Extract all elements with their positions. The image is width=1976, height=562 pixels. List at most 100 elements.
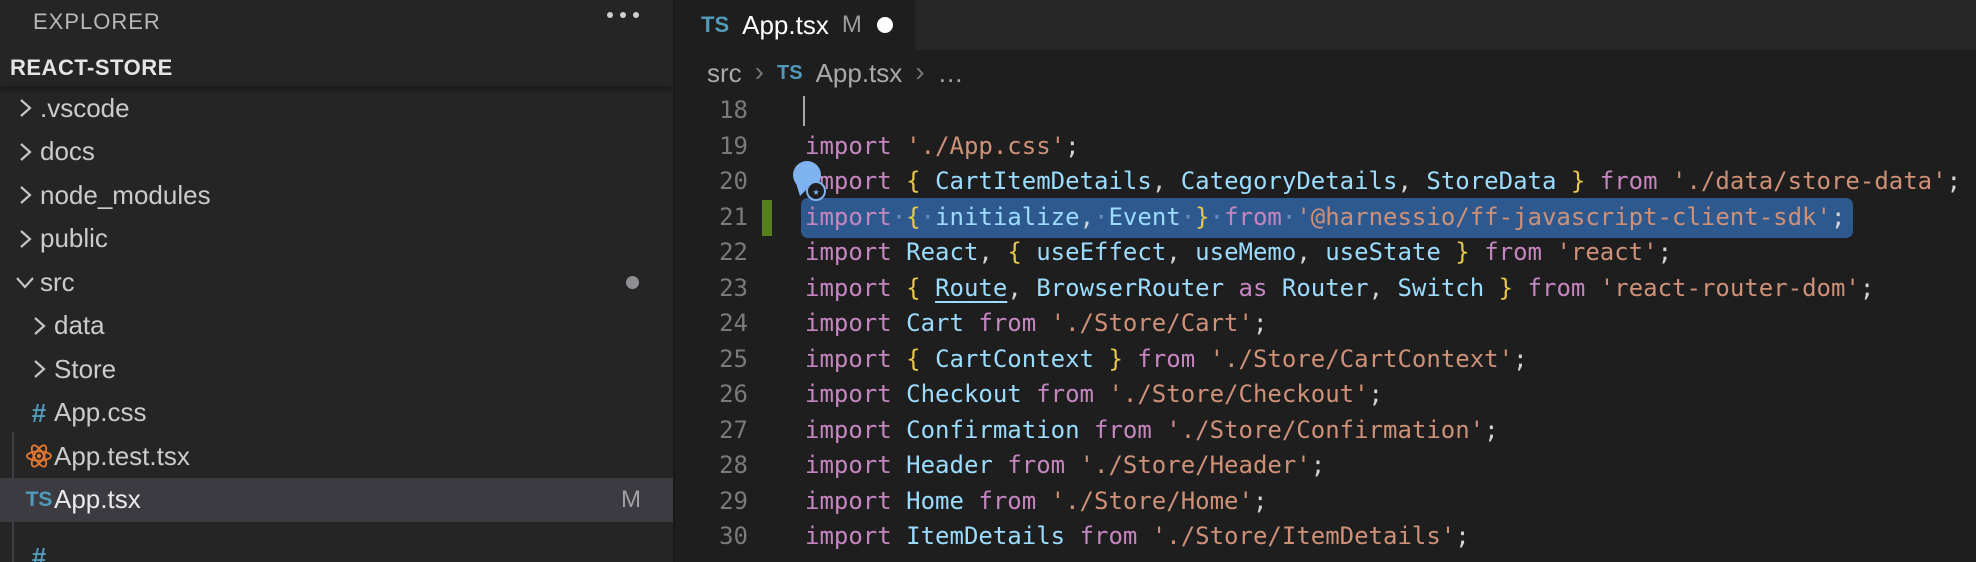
pointer-balloon-icon[interactable]: ★: [791, 160, 837, 204]
tree-item-node_modules[interactable]: node_modules: [0, 173, 673, 217]
line-number[interactable]: 27: [675, 413, 748, 449]
code-editor[interactable]: 1819import './App.css';20import { CartIt…: [675, 93, 1976, 562]
explorer-title: EXPLORER: [33, 9, 161, 35]
code-line-29[interactable]: 29import Home from './Store/Home';: [675, 484, 1976, 520]
code-line-21[interactable]: 21import·{·initialize,·Event·}·from·'@ha…: [675, 200, 1976, 236]
code-line-text: import Cart from './Store/Cart';: [805, 306, 1267, 342]
code-token: Checkout: [906, 380, 1022, 408]
breadcrumb-separator-icon: ›: [915, 56, 924, 88]
css-file-icon: #: [24, 400, 54, 426]
tree-item-partial[interactable]: #: [0, 535, 673, 562]
line-number[interactable]: 22: [675, 235, 748, 271]
code-token: import: [805, 380, 892, 408]
code-line-18[interactable]: 18: [675, 93, 1976, 129]
code-token: './data/store-data': [1672, 167, 1947, 195]
text-cursor: [803, 96, 805, 126]
code-token: ItemDetails: [906, 522, 1065, 550]
code-token: {: [906, 345, 920, 373]
code-token: [892, 380, 906, 408]
code-token: ·: [892, 203, 906, 231]
tree-item-public[interactable]: public: [0, 217, 673, 261]
code-token: ,: [1397, 167, 1426, 195]
code-line-text: import ItemDetails from './Store/ItemDet…: [805, 519, 1470, 555]
code-token: React: [906, 238, 978, 266]
code-line-23[interactable]: 23import { Route, BrowserRouter as Route…: [675, 271, 1976, 307]
code-token: ·: [1282, 203, 1296, 231]
modified-dot-badge: [626, 276, 639, 289]
line-number[interactable]: 29: [675, 484, 748, 520]
line-number[interactable]: 20: [675, 164, 748, 200]
tab-app-tsx[interactable]: TS App.tsx M: [675, 0, 915, 50]
breadcrumb-item[interactable]: App.tsx: [816, 58, 903, 89]
code-token: from: [978, 309, 1036, 337]
line-number[interactable]: 18: [675, 93, 748, 129]
line-number[interactable]: 19: [675, 129, 748, 165]
breadcrumb-item[interactable]: src: [707, 58, 742, 89]
code-line-30[interactable]: 30 import ItemDetails from './Store/ItemD…: [675, 519, 1976, 555]
tree-item-docs[interactable]: docs: [0, 130, 673, 174]
chevron-right-icon: [10, 226, 40, 252]
code-token: {: [1007, 238, 1021, 266]
tree-item-label: App.css: [54, 397, 147, 428]
editor-group: TS App.tsx M src›TSApp.tsx›… 1819import …: [673, 0, 1976, 562]
code-token: [1152, 416, 1166, 444]
code-line-25[interactable]: 25import { CartContext } from './Store/C…: [675, 342, 1976, 378]
tree-item-label: data: [54, 310, 105, 341]
line-number[interactable]: 26: [675, 377, 748, 413]
gutter-added-indicator[interactable]: [762, 200, 772, 236]
tree-item-Store[interactable]: Store: [0, 347, 673, 391]
code-token: [964, 309, 978, 337]
line-number[interactable]: 24: [675, 306, 748, 342]
code-token: ,: [978, 238, 1007, 266]
code-token: import: [805, 274, 892, 302]
chevron-down-icon: [10, 269, 40, 295]
code-token: './Store/Confirmation': [1166, 416, 1484, 444]
tree-item-label: public: [40, 223, 108, 254]
code-line-22[interactable]: 22import React, { useEffect, useMemo, us…: [675, 235, 1976, 271]
code-token: ,: [1007, 274, 1036, 302]
line-number[interactable]: 21: [675, 200, 748, 236]
tree-item-label: App.tsx: [54, 484, 141, 515]
tree-item-src[interactable]: src: [0, 260, 673, 304]
code-token: ·: [1181, 203, 1195, 231]
code-token: from: [1600, 167, 1658, 195]
svg-text:★: ★: [813, 185, 820, 198]
code-token: 'react-router-dom': [1600, 274, 1860, 302]
tree-item-App.tsx[interactable]: TSApp.tsxM: [0, 478, 673, 522]
code-line-27[interactable]: 27import Confirmation from './Store/Conf…: [675, 413, 1976, 449]
code-token: [1585, 167, 1599, 195]
tree-item-.vscode[interactable]: .vscode: [0, 86, 673, 130]
code-token: '@harnessio/ff-javascript-client-sdk': [1296, 203, 1831, 231]
react-test-icon: [24, 441, 54, 471]
tree-item-label: docs: [40, 136, 95, 167]
code-line-20[interactable]: 20import { CartItemDetails, CategoryDeta…: [675, 164, 1976, 200]
code-token: [892, 345, 906, 373]
line-number[interactable]: 23: [675, 271, 748, 307]
code-token: Switch: [1397, 274, 1484, 302]
code-token: ·: [1210, 203, 1224, 231]
code-token: [892, 416, 906, 444]
workspace-section-header[interactable]: REACT-STORE: [0, 50, 673, 86]
tree-item-App.test.tsx[interactable]: App.test.tsx: [0, 434, 673, 478]
code-token: [1195, 345, 1209, 373]
line-number[interactable]: 25: [675, 342, 748, 378]
code-line-26[interactable]: 26import Checkout from './Store/Checkout…: [675, 377, 1976, 413]
tree-item-data[interactable]: data: [0, 304, 673, 348]
code-token: ;: [1253, 487, 1267, 515]
breadcrumb-item[interactable]: …: [938, 58, 964, 89]
typescript-icon: TS: [24, 489, 54, 510]
tab-title: App.tsx: [742, 10, 829, 41]
line-number[interactable]: 28: [675, 448, 748, 484]
code-line-24[interactable]: 24 import Cart from './Store/Cart';: [675, 306, 1976, 342]
code-token: import: [805, 451, 892, 479]
line-number[interactable]: 30: [675, 519, 748, 555]
vscode-window: { "explorer": { "title": "EXPLORER", "mo…: [0, 0, 1976, 562]
code-line-19[interactable]: 19import './App.css';: [675, 129, 1976, 165]
tree-item-App.css[interactable]: #App.css: [0, 391, 673, 435]
code-token: 'react': [1556, 238, 1657, 266]
more-actions-icon[interactable]: [607, 12, 639, 18]
code-token: import: [805, 309, 892, 337]
code-token: BrowserRouter: [1036, 274, 1224, 302]
unsaved-changes-icon[interactable]: [877, 17, 893, 33]
code-line-28[interactable]: 28import Header from './Store/Header';: [675, 448, 1976, 484]
